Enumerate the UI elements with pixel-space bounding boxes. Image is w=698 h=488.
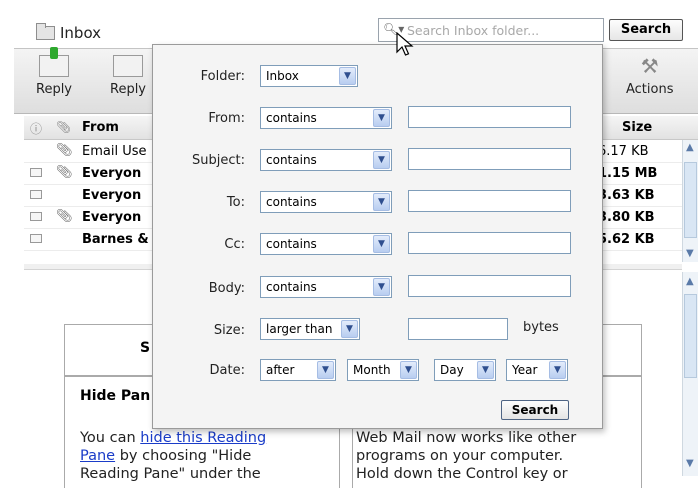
year-select[interactable]: Year ▼ <box>506 359 568 381</box>
chevron-down-icon[interactable]: ▼ <box>373 193 390 211</box>
date-label: Date: <box>209 363 245 378</box>
advanced-search-popup: Folder: Inbox ▼ From: contains ▼ Subject… <box>152 44 603 429</box>
column-from[interactable]: From <box>82 120 119 135</box>
attachment-icon: 📎︎ <box>56 143 73 158</box>
tools-icon: ⚒ <box>640 54 659 78</box>
hide-reading-pane-link[interactable]: hide this Reading <box>140 430 266 446</box>
attachment-icon[interactable]: 📎︎ <box>56 120 71 134</box>
chevron-down-icon[interactable]: ▼ <box>339 67 356 85</box>
reading-scrollbar[interactable]: ▲ ▼ <box>682 272 698 476</box>
column-size[interactable]: Size <box>622 120 652 135</box>
reading-scroll-thumb[interactable] <box>684 294 697 378</box>
search-button[interactable]: Search <box>609 19 683 41</box>
actions-button[interactable]: ⚒ Actions <box>626 55 674 97</box>
chevron-down-icon[interactable]: ▼ <box>317 361 334 379</box>
size-condition-select[interactable]: larger than ▼ <box>260 318 360 340</box>
reply-all-button[interactable]: Reply <box>110 55 146 97</box>
size-label: Size: <box>213 323 245 338</box>
advanced-search-button[interactable]: Search <box>501 400 569 420</box>
reply-all-label: Reply <box>110 82 147 97</box>
mouse-cursor-icon <box>396 32 414 56</box>
attachment-icon: 📎︎ <box>56 165 73 180</box>
reading-text-right-3: Hold down the Control key or <box>356 466 568 482</box>
row-from: Barnes & <box>82 232 149 247</box>
cc-input[interactable] <box>408 232 571 254</box>
reply-all-icon <box>113 55 143 77</box>
row-from: Everyon <box>82 188 142 203</box>
to-condition-select[interactable]: contains ▼ <box>260 191 392 213</box>
envelope-icon <box>30 212 42 221</box>
envelope-icon <box>30 234 42 243</box>
reading-text-right-1: Web Mail now works like other <box>356 430 577 446</box>
folder-title: Inbox <box>60 24 102 42</box>
chevron-down-icon[interactable]: ▼ <box>477 361 494 379</box>
day-select[interactable]: Day ▼ <box>434 359 496 381</box>
chevron-down-icon[interactable]: ▼ <box>373 235 390 253</box>
month-select[interactable]: Month ▼ <box>347 359 419 381</box>
from-label: From: <box>208 111 245 126</box>
chevron-down-icon[interactable]: ▼ <box>341 320 358 338</box>
cc-label: Cc: <box>224 237 245 252</box>
row-size: 5.62 KB <box>598 232 655 247</box>
body-input[interactable] <box>408 275 571 297</box>
search-input[interactable] <box>407 21 597 39</box>
scroll-up-icon[interactable]: ▲ <box>686 142 694 153</box>
reading-heading: S <box>140 340 151 356</box>
row-from: Everyon <box>82 166 142 181</box>
list-scroll-thumb[interactable] <box>684 162 697 238</box>
list-scrollbar[interactable]: ▲ ▼ <box>682 140 698 262</box>
cc-condition-select[interactable]: contains ▼ <box>260 233 392 255</box>
row-size: 6.17 KB <box>598 144 649 159</box>
row-size: 3.80 KB <box>598 210 655 225</box>
chevron-down-icon[interactable]: ▼ <box>400 361 417 379</box>
folder-label: Folder: <box>200 69 245 84</box>
info-icon[interactable]: ⓘ <box>30 120 42 137</box>
row-from: Email Use <box>82 144 147 159</box>
scroll-down-icon[interactable]: ▼ <box>686 248 694 259</box>
to-label: To: <box>226 195 245 210</box>
pane-link[interactable]: Pane <box>80 448 115 464</box>
bytes-label: bytes <box>523 320 559 335</box>
envelope-icon <box>30 190 42 199</box>
subject-input[interactable] <box>408 148 571 170</box>
chevron-down-icon[interactable]: ▼ <box>373 151 390 169</box>
chevron-down-icon[interactable]: ▼ <box>373 278 390 296</box>
to-input[interactable] <box>408 190 571 212</box>
reply-button[interactable]: Reply <box>36 47 73 97</box>
chevron-down-icon[interactable]: ▼ <box>549 361 566 379</box>
reading-scroll-up-icon[interactable]: ▲ <box>686 276 694 287</box>
subject-condition-select[interactable]: contains ▼ <box>260 149 392 171</box>
reading-text-left-1: You can hide this Reading <box>80 430 267 446</box>
from-input[interactable] <box>408 106 571 128</box>
from-condition-select[interactable]: contains ▼ <box>260 107 392 129</box>
hide-pane-heading: Hide Pan <box>80 388 151 404</box>
reading-scroll-down-icon[interactable]: ▼ <box>686 458 694 469</box>
reply-icon <box>39 47 69 77</box>
row-size: 3.63 KB <box>598 188 655 203</box>
envelope-icon <box>30 168 42 177</box>
folder-icon <box>36 23 55 40</box>
body-condition-select[interactable]: contains ▼ <box>260 276 392 298</box>
row-size: 1.15 MB <box>598 166 658 181</box>
attachment-icon: 📎︎ <box>56 209 73 224</box>
chevron-down-icon[interactable]: ▼ <box>373 109 390 127</box>
actions-label: Actions <box>626 82 674 97</box>
reply-label: Reply <box>36 82 73 97</box>
body-label: Body: <box>208 281 245 296</box>
subject-label: Subject: <box>192 153 245 168</box>
folder-select[interactable]: Inbox ▼ <box>260 65 358 87</box>
row-from: Everyon <box>82 210 142 225</box>
reading-text-left-2: Pane by choosing "Hide <box>80 448 252 464</box>
reading-text-left-3: Reading Pane" under the <box>80 466 261 482</box>
date-condition-select[interactable]: after ▼ <box>260 359 336 381</box>
size-input[interactable] <box>408 318 508 340</box>
reading-text-right-2: programs on your computer. <box>356 448 564 464</box>
